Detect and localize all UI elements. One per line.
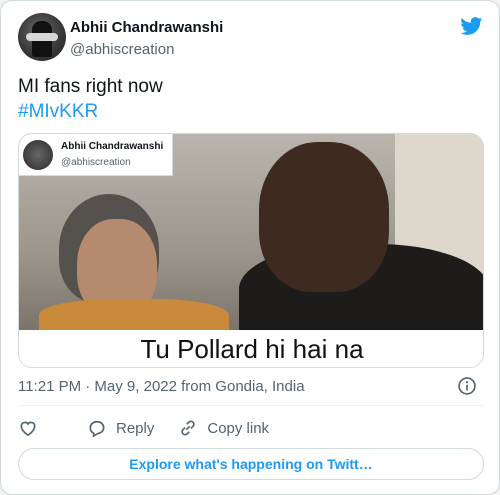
heart-icon [20,421,36,437]
explore-button[interactable]: Explore what's happening on Twitt… [18,448,484,480]
embedded-tweet-header: Abhii Chandrawanshi @abhiscreation [19,134,173,176]
tweet-header: Abhii Chandrawanshi @abhiscreation [18,13,484,63]
divider [18,405,484,406]
tweet-media[interactable]: Abhii Chandrawanshi @abhiscreation Tu Po… [18,133,484,368]
avatar[interactable] [18,13,66,61]
tweet-actions: Reply Copy link [18,415,293,441]
hashtag-link[interactable]: #MIvKKR [18,99,163,124]
copy-link-button[interactable]: Copy link [178,418,269,438]
like-button[interactable] [18,418,47,438]
author-handle[interactable]: @abhiscreation [70,41,174,58]
tweet-timestamp[interactable]: 11:21 PM · May 9, 2022 from Gondia, Indi… [18,378,305,395]
info-icon[interactable] [457,376,477,396]
reply-button[interactable]: Reply [87,418,154,438]
author-name[interactable]: Abhii Chandrawanshi [70,19,223,36]
link-icon [181,420,196,436]
tweet-card: Abhii Chandrawanshi @abhiscreation MI fa… [0,0,500,495]
tweet-text: MI fans right now #MIvKKR [18,74,163,124]
meme-caption: Tu Pollard hi hai na [19,330,483,367]
reply-icon [89,420,105,438]
tweet-body: MI fans right now [18,76,163,97]
copy-link-label: Copy link [207,419,270,437]
meme-photo: Abhii Chandrawanshi @abhiscreation [19,134,483,330]
photo-man-head [259,142,389,292]
embedded-author-name: Abhii Chandrawanshi [61,141,164,152]
reply-label: Reply [116,419,155,437]
avatar-detail [26,33,58,41]
twitter-bird-icon[interactable] [459,15,484,37]
embedded-avatar [23,140,53,170]
photo-woman-sari [39,299,229,330]
embedded-author-handle: @abhiscreation [61,157,131,168]
